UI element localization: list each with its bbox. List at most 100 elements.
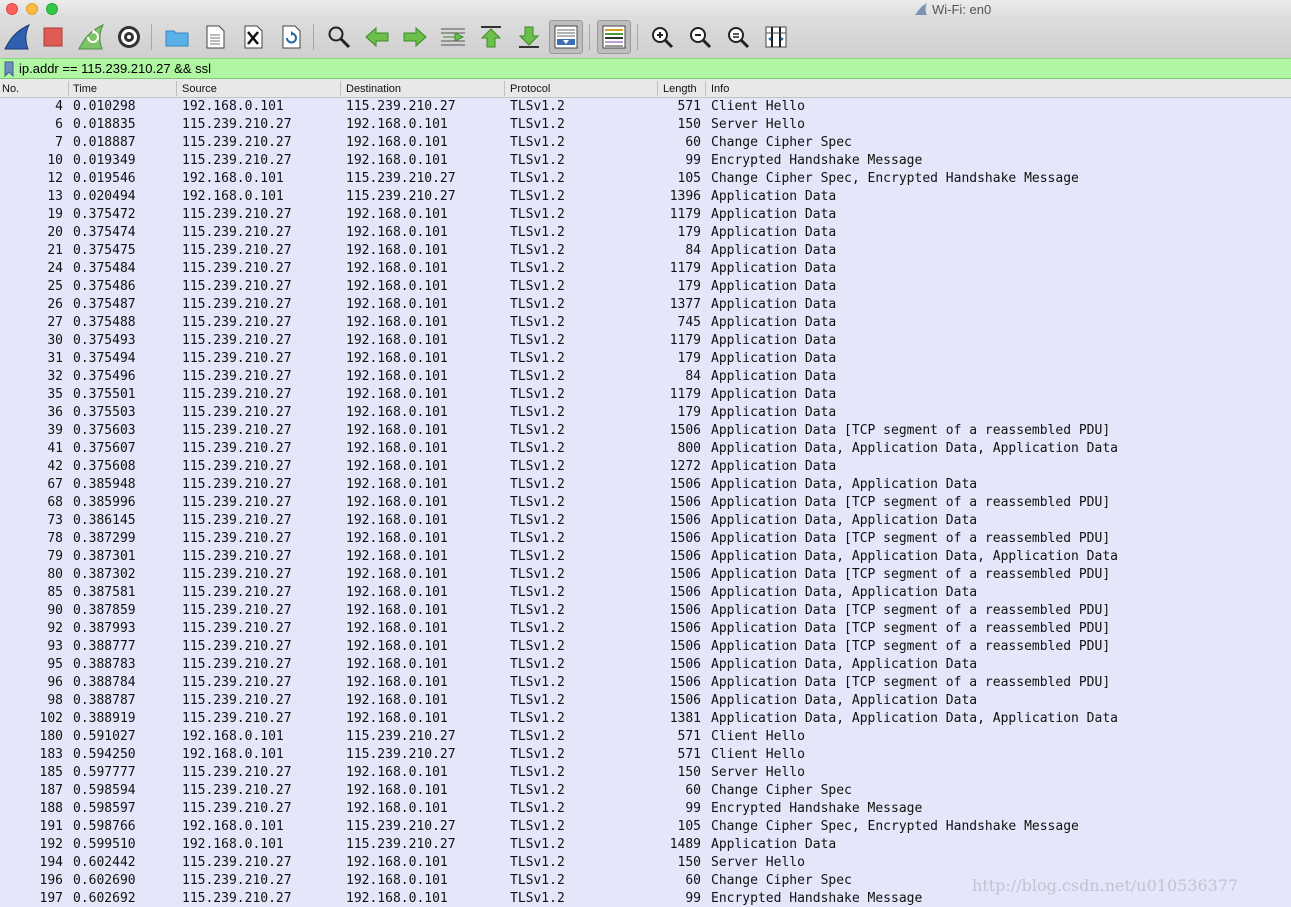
table-row[interactable]: 39 0.375603 115.239.210.27 192.168.0.101 TLS…	[0, 422, 1291, 440]
table-row[interactable]: 21 0.375475 115.239.210.27 192.168.0.101 TLS…	[0, 242, 1291, 260]
table-row[interactable]: 30 0.375493 115.239.210.27 192.168.0.101 TLS…	[0, 332, 1291, 350]
column-header-no[interactable]: No.	[2, 79, 19, 98]
open-file-button[interactable]	[160, 20, 194, 54]
table-row[interactable]: 31 0.375494 115.239.210.27 192.168.0.101 TLS…	[0, 350, 1291, 368]
cell-time: 0.594250	[73, 747, 136, 762]
display-filter-input[interactable]	[19, 59, 1289, 78]
save-file-button[interactable]	[198, 20, 232, 54]
table-row[interactable]: 12 0.019546 192.168.0.101 115.239.210.27 TLS…	[0, 170, 1291, 188]
cell-protocol: TLSv1.2	[510, 171, 565, 186]
column-divider[interactable]	[340, 81, 341, 96]
table-row[interactable]: 4 0.010298 192.168.0.101 115.239.210.27 TLSv…	[0, 98, 1291, 116]
first-packet-button[interactable]	[474, 20, 508, 54]
column-header-info[interactable]: Info	[711, 79, 729, 98]
table-row[interactable]: 41 0.375607 115.239.210.27 192.168.0.101 TLS…	[0, 440, 1291, 458]
packet-list[interactable]: 4 0.010298 192.168.0.101 115.239.210.27 TLSv…	[0, 98, 1291, 907]
cell-length: 1506	[669, 621, 701, 636]
cell-no: 92	[47, 621, 63, 636]
zoom-in-button[interactable]	[645, 20, 679, 54]
close-file-button[interactable]	[236, 20, 270, 54]
table-row[interactable]: 95 0.388783 115.239.210.27 192.168.0.101 TLS…	[0, 656, 1291, 674]
table-row[interactable]: 191 0.598766 192.168.0.101 115.239.210.27 TL…	[0, 818, 1291, 836]
table-row[interactable]: 79 0.387301 115.239.210.27 192.168.0.101 TLS…	[0, 548, 1291, 566]
table-row[interactable]: 187 0.598594 115.239.210.27 192.168.0.101 TL…	[0, 782, 1291, 800]
column-divider[interactable]	[657, 81, 658, 96]
table-row[interactable]: 25 0.375486 115.239.210.27 192.168.0.101 TLS…	[0, 278, 1291, 296]
table-row[interactable]: 73 0.386145 115.239.210.27 192.168.0.101 TLS…	[0, 512, 1291, 530]
table-row[interactable]: 80 0.387302 115.239.210.27 192.168.0.101 TLS…	[0, 566, 1291, 584]
table-row[interactable]: 96 0.388784 115.239.210.27 192.168.0.101 TLS…	[0, 674, 1291, 692]
cell-protocol: TLSv1.2	[510, 801, 565, 816]
table-row[interactable]: 93 0.388777 115.239.210.27 192.168.0.101 TLS…	[0, 638, 1291, 656]
table-row[interactable]: 192 0.599510 192.168.0.101 115.239.210.27 TL…	[0, 836, 1291, 854]
table-row[interactable]: 78 0.387299 115.239.210.27 192.168.0.101 TLS…	[0, 530, 1291, 548]
table-row[interactable]: 92 0.387993 115.239.210.27 192.168.0.101 TLS…	[0, 620, 1291, 638]
go-to-packet-icon	[441, 28, 465, 46]
resize-columns-button[interactable]	[759, 20, 793, 54]
reload-file-button[interactable]	[274, 20, 308, 54]
table-row[interactable]: 20 0.375474 115.239.210.27 192.168.0.101 TLS…	[0, 224, 1291, 242]
column-header-destination[interactable]: Destination	[346, 79, 401, 98]
cell-destination: 192.168.0.101	[346, 243, 448, 258]
start-capture-button[interactable]	[0, 20, 34, 54]
table-row[interactable]: 27 0.375488 115.239.210.27 192.168.0.101 TLS…	[0, 314, 1291, 332]
table-row[interactable]: 26 0.375487 115.239.210.27 192.168.0.101 TLS…	[0, 296, 1291, 314]
column-divider[interactable]	[705, 81, 706, 96]
window-title-text: Wi-Fi: en0	[932, 1, 992, 17]
stop-capture-button[interactable]	[36, 20, 70, 54]
table-row[interactable]: 35 0.375501 115.239.210.27 192.168.0.101 TLS…	[0, 386, 1291, 404]
last-packet-button[interactable]	[512, 20, 546, 54]
capture-options-button[interactable]	[112, 20, 146, 54]
zoom-out-button[interactable]	[683, 20, 717, 54]
column-header-time[interactable]: Time	[73, 79, 97, 98]
table-row[interactable]: 183 0.594250 192.168.0.101 115.239.210.27 TL…	[0, 746, 1291, 764]
table-row[interactable]: 85 0.387581 115.239.210.27 192.168.0.101 TLS…	[0, 584, 1291, 602]
cell-length: 179	[677, 279, 701, 294]
auto-scroll-button[interactable]	[549, 20, 583, 54]
table-row[interactable]: 24 0.375484 115.239.210.27 192.168.0.101 TLS…	[0, 260, 1291, 278]
go-forward-button[interactable]	[398, 20, 432, 54]
table-row[interactable]: 7 0.018887 115.239.210.27 192.168.0.101 TLSv…	[0, 134, 1291, 152]
cell-no: 39	[47, 423, 63, 438]
table-row[interactable]: 36 0.375503 115.239.210.27 192.168.0.101 TLS…	[0, 404, 1291, 422]
table-row[interactable]: 68 0.385996 115.239.210.27 192.168.0.101 TLS…	[0, 494, 1291, 512]
cell-time: 0.385996	[73, 495, 136, 510]
colorize-button[interactable]	[597, 20, 631, 54]
close-window-button[interactable]	[6, 3, 18, 15]
table-row[interactable]: 10 0.019349 115.239.210.27 192.168.0.101 TLS…	[0, 152, 1291, 170]
cell-info: Application Data	[711, 189, 837, 204]
table-row[interactable]: 194 0.602442 115.239.210.27 192.168.0.101 TL…	[0, 854, 1291, 872]
table-row[interactable]: 102 0.388919 115.239.210.27 192.168.0.101 TL…	[0, 710, 1291, 728]
cell-no: 192	[39, 837, 63, 852]
bookmark-icon[interactable]	[2, 61, 16, 77]
cell-info: Application Data	[711, 243, 837, 258]
column-divider[interactable]	[176, 81, 177, 96]
minimize-window-button[interactable]	[26, 3, 38, 15]
go-back-button[interactable]	[360, 20, 394, 54]
table-row[interactable]: 188 0.598597 115.239.210.27 192.168.0.101 TL…	[0, 800, 1291, 818]
table-row[interactable]: 98 0.388787 115.239.210.27 192.168.0.101 TLS…	[0, 692, 1291, 710]
table-row[interactable]: 185 0.597777 115.239.210.27 192.168.0.101 TL…	[0, 764, 1291, 782]
zoom-window-button[interactable]	[46, 3, 58, 15]
cell-time: 0.388777	[73, 639, 136, 654]
column-divider[interactable]	[68, 81, 69, 96]
find-packet-button[interactable]	[322, 20, 356, 54]
normal-size-button[interactable]	[721, 20, 755, 54]
column-header-protocol[interactable]: Protocol	[510, 79, 550, 98]
cell-source: 115.239.210.27	[182, 585, 292, 600]
table-row[interactable]: 42 0.375608 115.239.210.27 192.168.0.101 TLS…	[0, 458, 1291, 476]
cell-source: 115.239.210.27	[182, 333, 292, 348]
column-header-length[interactable]: Length	[663, 79, 697, 98]
table-row[interactable]: 32 0.375496 115.239.210.27 192.168.0.101 TLS…	[0, 368, 1291, 386]
table-row[interactable]: 180 0.591027 192.168.0.101 115.239.210.27 TL…	[0, 728, 1291, 746]
column-header-source[interactable]: Source	[182, 79, 217, 98]
table-row[interactable]: 13 0.020494 192.168.0.101 115.239.210.27 TLS…	[0, 188, 1291, 206]
table-row[interactable]: 67 0.385948 115.239.210.27 192.168.0.101 TLS…	[0, 476, 1291, 494]
restart-capture-button[interactable]	[74, 20, 108, 54]
cell-source: 192.168.0.101	[182, 171, 284, 186]
table-row[interactable]: 90 0.387859 115.239.210.27 192.168.0.101 TLS…	[0, 602, 1291, 620]
column-divider[interactable]	[504, 81, 505, 96]
table-row[interactable]: 19 0.375472 115.239.210.27 192.168.0.101 TLS…	[0, 206, 1291, 224]
go-to-packet-button[interactable]	[436, 20, 470, 54]
table-row[interactable]: 6 0.018835 115.239.210.27 192.168.0.101 TLSv…	[0, 116, 1291, 134]
